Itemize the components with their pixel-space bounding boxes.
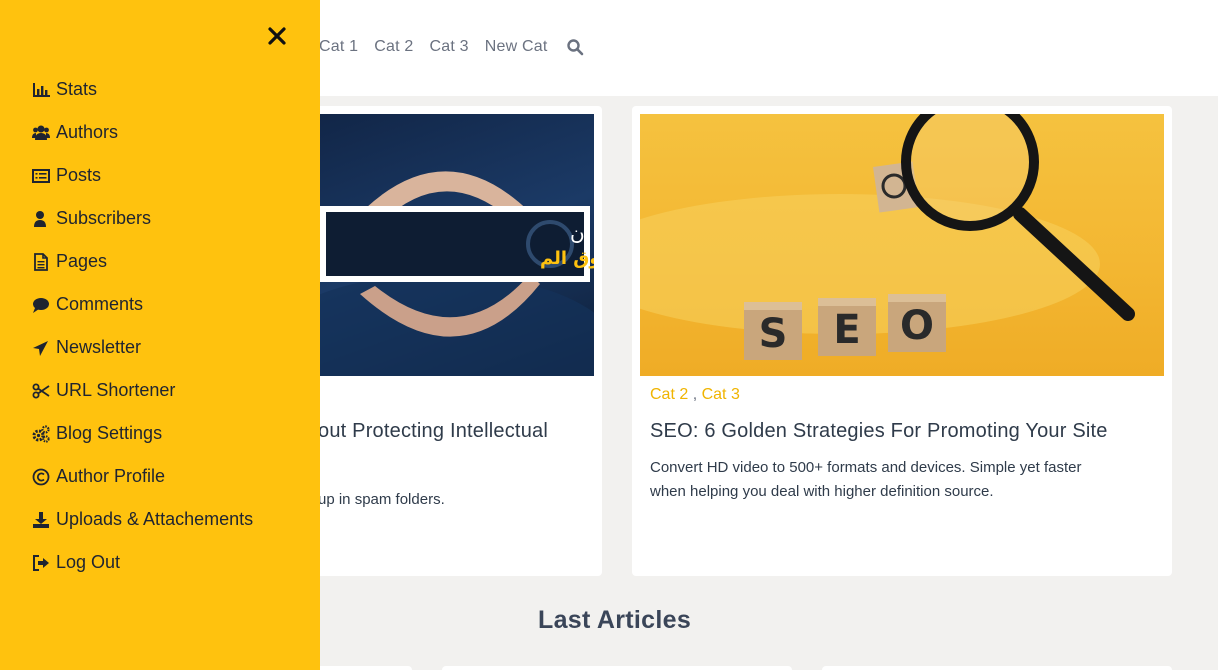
menu-item-posts[interactable]: Posts [32,154,253,197]
download-icon [32,511,52,529]
menu-item-label: Comments [56,294,144,314]
post-categories: Cat 2 , Cat 3 [650,386,740,404]
image-arabic-line-1: كل ما ينبغي أن [570,220,594,246]
post-excerpt-seo: Convert HD video to 500+ formats and dev… [650,456,1081,504]
post-thumbnail-seo[interactable]: S E O [640,114,1164,376]
post-title-seo[interactable]: SEO: 6 Golden Strategies For Promoting Y… [650,420,1108,443]
menu-item-label: Uploads & Attachements [56,509,254,529]
search-icon[interactable] [566,38,584,56]
side-menu-list: Stats Authors Posts Subscribers Pages Co… [32,68,253,584]
close-icon[interactable] [265,24,289,48]
category-separator: , [688,386,702,403]
comment-icon [32,296,52,314]
menu-item-comments[interactable]: Comments [32,283,253,326]
menu-item-label: Blog Settings [56,423,163,443]
users-icon [32,124,52,142]
menu-item-label: Newsletter [56,337,142,357]
excerpt-line: when helping you deal with higher defini… [650,483,994,500]
menu-item-pages[interactable]: Pages [32,240,253,283]
article-card-stub [822,666,1172,670]
post-category-link[interactable]: Cat 3 [702,386,740,403]
paper-plane-icon [32,339,52,357]
nav-new-cat[interactable]: New Cat [485,38,548,56]
post-excerpt-copyright: up in spam folders. [318,491,445,508]
category-nav: Cat 1 Cat 2 Cat 3 New Cat [319,38,584,56]
svg-text:E: E [833,307,860,353]
scissors-icon [32,382,52,400]
seo-blocks: S E O [744,294,946,360]
post-category-link[interactable]: Cat 2 [650,386,688,403]
svg-text:S: S [759,311,788,357]
menu-item-url-shortener[interactable]: URL Shortener [32,369,253,412]
menu-item-label: Posts [56,165,102,185]
menu-item-newsletter[interactable]: Newsletter [32,326,253,369]
bar-chart-icon [32,81,52,99]
logout-icon [32,554,52,572]
post-card-seo[interactable]: S E O Cat 2 , Cat 3 SEO: 6 Golden Strate… [632,106,1172,576]
nav-cat-3[interactable]: Cat 3 [430,38,469,56]
menu-item-label: Author Profile [56,466,166,486]
menu-item-blog-settings[interactable]: Blog Settings [32,412,253,455]
menu-item-label: Log Out [56,552,121,572]
side-menu: Stats Authors Posts Subscribers Pages Co… [0,0,320,670]
document-icon [32,252,52,271]
post-title-copyright[interactable]: out Protecting Intellectual [318,420,548,443]
menu-item-label: URL Shortener [56,380,176,400]
menu-item-log-out[interactable]: Log Out [32,541,253,584]
menu-item-stats[interactable]: Stats [32,68,253,111]
image-arabic-line-2: حماية حقوق الم [540,248,594,269]
svg-text:O: O [900,303,934,349]
copyright-icon [32,468,52,486]
nav-cat-2[interactable]: Cat 2 [374,38,413,56]
menu-item-subscribers[interactable]: Subscribers [32,197,253,240]
menu-item-label: Pages [56,251,108,271]
menu-item-label: Authors [56,122,119,142]
last-articles-heading: Last Articles [538,606,692,634]
user-icon [32,210,52,228]
menu-item-label: Stats [56,79,98,99]
nav-cat-1[interactable]: Cat 1 [319,38,358,56]
posts-list-icon [32,167,52,185]
menu-item-uploads[interactable]: Uploads & Attachements [32,498,253,541]
article-card-stub [442,666,792,670]
gears-icon [32,424,52,443]
menu-item-author-profile[interactable]: Author Profile [32,455,253,498]
menu-item-authors[interactable]: Authors [32,111,253,154]
excerpt-line: Convert HD video to 500+ formats and dev… [650,459,1082,476]
menu-item-label: Subscribers [56,208,152,228]
